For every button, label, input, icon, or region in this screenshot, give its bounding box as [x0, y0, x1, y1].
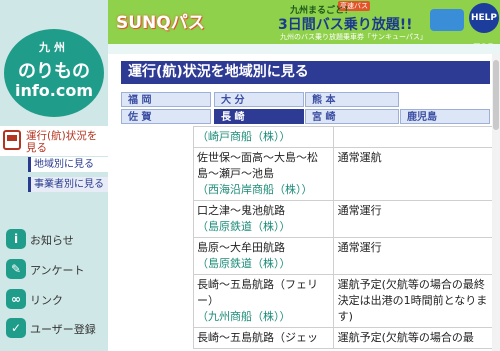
nav-survey-label: アンケート: [30, 264, 85, 277]
tab-fukuoka[interactable]: 福 岡: [121, 92, 211, 107]
status-cell: 通常運行: [332, 200, 493, 238]
status-cell: 通常運行: [332, 237, 493, 275]
tab-saga[interactable]: 佐 賀: [121, 109, 211, 124]
operator-name: （島原鉄道（株））: [197, 257, 291, 270]
page-title: 運行(航)状況を地域別に見る: [121, 61, 490, 84]
site-logo[interactable]: 九州 のりもの info.com: [4, 29, 104, 117]
logo-line2: のりもの: [18, 61, 90, 82]
nav-links[interactable]: ∞ リンク: [6, 289, 106, 311]
sunq-pass-banner[interactable]: SUNQパス 高速バス 九州まるごと！ 3日間バス乗り放題!! 九州のバス乗り放…: [108, 0, 500, 53]
status-cell: 通常運航: [332, 147, 493, 201]
table-row: 口之津〜鬼池航路 （島原鉄道（株）） 通常運行: [193, 200, 493, 238]
nav-user-registration-label: ユーザー登録: [30, 323, 96, 336]
tab-kumamoto[interactable]: 熊 本: [305, 92, 399, 107]
operator-name: （島原鉄道（株））: [197, 220, 291, 233]
table-row: （崎戸商船（株））: [193, 126, 493, 148]
table-row: 長崎〜五島航路（フェリー） （九州商船（株）） 運航予定(欠航等の場合の最終決定…: [193, 274, 493, 328]
tab-oita[interactable]: 大 分: [214, 92, 304, 107]
table-row: 長崎〜五島航路（ジェッ 運航予定(欠航等の場合の最: [193, 327, 493, 349]
user-icon: ✓: [6, 318, 26, 338]
nav-by-region[interactable]: 地域別に見る: [28, 157, 108, 172]
page: 九州 のりもの info.com 運行(航)状況を見る 地域別に見る 事業者別に…: [0, 0, 500, 351]
bus-image: [430, 9, 464, 31]
nav-service-status[interactable]: 運行(航)状況を見る: [0, 126, 108, 156]
help-top-button[interactable]: HELP TOP: [469, 3, 499, 53]
route-name: 島原〜大牟田航路: [197, 241, 285, 254]
scrollbar-thumb[interactable]: [493, 60, 499, 130]
info-icon: i: [6, 229, 26, 249]
status-table: （崎戸商船（株）） 佐世保〜面高〜大島〜松島〜瀬戸〜池島 （西海沿岸商船（株））…: [193, 126, 493, 351]
sunq-pass-logo: SUNQパス: [116, 13, 205, 33]
top-bar: [108, 44, 500, 54]
status-cell: 運航予定(欠航等の場合の最終決定は出港の1時間前となります): [332, 274, 493, 328]
route-cell: （崎戸商船（株））: [193, 126, 334, 148]
status-cell: 運航予定(欠航等の場合の最: [332, 327, 493, 349]
status-cell: [332, 126, 493, 148]
tab-kagoshima[interactable]: 鹿児島: [400, 109, 490, 124]
route-cell: 長崎〜五島航路（ジェッ: [193, 327, 334, 349]
route-name: 長崎〜五島航路（ジェッ: [197, 331, 318, 344]
route-name: 佐世保〜面高〜大島〜松島〜瀬戸〜池島: [197, 151, 318, 180]
nav-user-registration[interactable]: ✓ ユーザー登録: [6, 318, 106, 340]
route-cell: 佐世保〜面高〜大島〜松島〜瀬戸〜池島 （西海沿岸商船（株））: [193, 147, 334, 201]
nav-news-label: お知らせ: [30, 234, 74, 247]
link-icon: ∞: [6, 289, 26, 309]
bus-icon: [3, 130, 21, 150]
route-cell: 口之津〜鬼池航路 （島原鉄道（株））: [193, 200, 334, 238]
logo-line3: info.com: [14, 81, 94, 100]
nav-news[interactable]: i お知らせ: [6, 229, 106, 251]
banner-line3: 九州のバス乗り放題乗車券「サンキューパス」: [280, 33, 427, 41]
route-cell: 長崎〜五島航路（フェリー） （九州商船（株））: [193, 274, 334, 328]
logo-line1: 九州: [39, 41, 69, 54]
operator-name: （九州商船（株））: [197, 310, 291, 323]
sidebar: 九州 のりもの info.com 運行(航)状況を見る 地域別に見る 事業者別に…: [0, 0, 108, 351]
tab-nagasaki[interactable]: 長 崎: [214, 109, 304, 124]
banner-line2: 3日間バス乗り放題!!: [278, 17, 413, 33]
tab-miyazaki[interactable]: 宮 崎: [305, 109, 399, 124]
operator-name: （西海沿岸商船（株））: [197, 183, 313, 196]
route-cell: 島原〜大牟田航路 （島原鉄道（株））: [193, 237, 334, 275]
pencil-icon: ✎: [6, 259, 26, 279]
nav-links-label: リンク: [30, 294, 63, 307]
nav-by-operator[interactable]: 事業者別に見る: [28, 177, 108, 192]
operator-name: （崎戸商船（株））: [197, 130, 291, 143]
route-name: 長崎〜五島航路（フェリー）: [197, 278, 318, 307]
route-name: 口之津〜鬼池航路: [197, 204, 285, 217]
table-row: 島原〜大牟田航路 （島原鉄道（株）） 通常運行: [193, 237, 493, 275]
nav-survey[interactable]: ✎ アンケート: [6, 259, 106, 281]
nav-service-status-label: 運行(航)状況を見る: [26, 130, 98, 154]
table-row: 佐世保〜面高〜大島〜松島〜瀬戸〜池島 （西海沿岸商船（株）） 通常運航: [193, 147, 493, 201]
